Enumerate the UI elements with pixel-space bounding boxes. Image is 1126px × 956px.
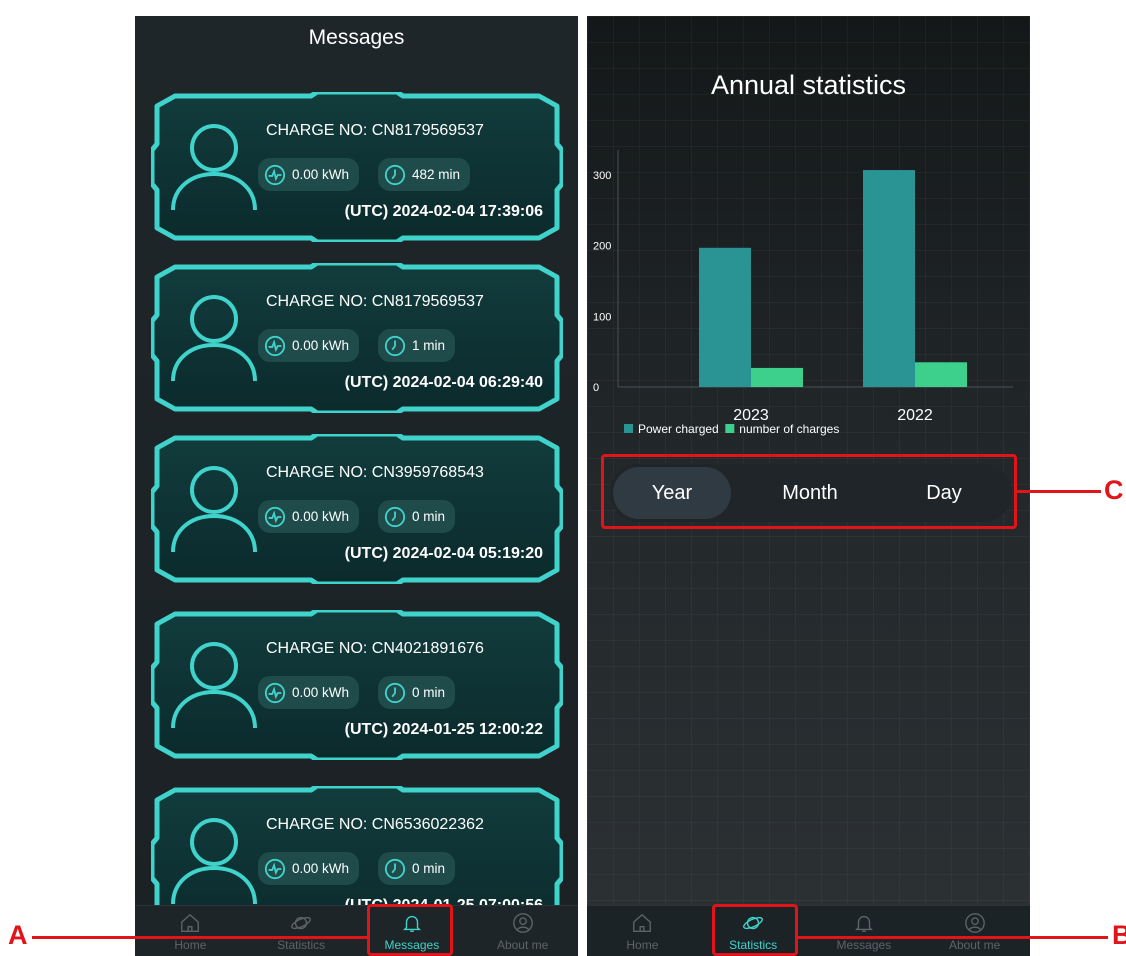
user-avatar-icon — [171, 818, 257, 905]
home-icon — [633, 913, 652, 932]
energy-badge: 0.00 kWh — [258, 158, 360, 191]
duration-value: 482 min — [412, 167, 461, 182]
charge-timestamp: (UTC) 2024-02-04 05:19:20 — [344, 545, 543, 562]
page-title: Messages — [308, 26, 405, 49]
duration-value: 1 min — [412, 338, 446, 353]
bar-number-of-charges-2023 — [751, 367, 803, 387]
messages-screen: Messages CHARGE NO: CN8179569537 0.00 kWh… — [135, 16, 578, 956]
callout-line-c — [1017, 490, 1101, 493]
energy-icon — [264, 335, 286, 356]
duration-badge: 1 min — [378, 329, 456, 362]
user-avatar-icon — [171, 642, 257, 729]
energy-value: 0.00 kWh — [292, 167, 350, 182]
charge-timestamp: (UTC) 2024-01-25 12:00:22 — [344, 721, 543, 738]
tab-home-label: Home — [626, 938, 659, 952]
tab-about-me[interactable]: About me — [919, 906, 1030, 956]
charge-number: CHARGE NO: CN8179569537 — [266, 122, 484, 139]
callout-label-c: C — [1104, 475, 1124, 505]
bell-icon — [854, 915, 873, 932]
energy-icon — [264, 858, 286, 879]
bottom-tab-bar: Home Statistics Messages About me — [587, 905, 1030, 956]
energy-badge: 0.00 kWh — [258, 500, 360, 533]
callout-label-a: A — [8, 920, 28, 950]
energy-icon — [264, 682, 286, 703]
bar-power-charged-2022 — [863, 170, 915, 387]
tab-messages[interactable]: Messages — [809, 906, 920, 956]
tab-home[interactable]: Home — [587, 906, 698, 956]
callout-label-b: B — [1112, 920, 1126, 950]
tab-messages-label: Messages — [836, 938, 892, 952]
message-card[interactable]: CHARGE NO: CN4021891676 0.00 kWh 0 min (UTC… — [151, 610, 563, 760]
energy-icon — [264, 164, 286, 185]
duration-value: 0 min — [412, 685, 446, 700]
charge-number: CHARGE NO: CN4021891676 — [266, 640, 484, 657]
highlight-box-c — [601, 454, 1017, 529]
tab-home[interactable]: Home — [135, 906, 246, 956]
user-circle-icon — [964, 913, 985, 933]
clock-icon — [384, 506, 406, 527]
message-card[interactable]: CHARGE NO: CN8179569537 0.00 kWh 1 min (UTC… — [151, 263, 563, 413]
message-card[interactable]: CHARGE NO: CN8179569537 0.00 kWh 482 min (U… — [151, 92, 563, 242]
energy-value: 0.00 kWh — [292, 338, 350, 353]
legend-label: Power charged — [638, 422, 719, 436]
user-circle-icon — [512, 913, 533, 933]
legend-label: number of charges — [739, 422, 839, 436]
callout-line-b — [798, 936, 1108, 939]
legend-swatch — [624, 424, 633, 433]
duration-badge: 0 min — [378, 676, 456, 709]
tab-statistics[interactable]: Statistics — [246, 906, 357, 956]
energy-value: 0.00 kWh — [292, 861, 350, 876]
energy-badge: 0.00 kWh — [258, 676, 360, 709]
clock-icon — [384, 335, 406, 356]
energy-value: 0.00 kWh — [292, 509, 350, 524]
highlight-box-b — [712, 904, 798, 956]
tab-about-me[interactable]: About me — [467, 906, 578, 956]
clock-icon — [384, 858, 406, 879]
home-icon — [181, 913, 200, 932]
charge-number: CHARGE NO: CN3959768543 — [266, 464, 484, 481]
y-tick-label: 300 — [593, 170, 611, 182]
charge-timestamp: (UTC) 2024-02-04 17:39:06 — [344, 203, 543, 220]
legend-swatch — [725, 424, 735, 433]
clock-icon — [384, 682, 406, 703]
bar-number-of-charges-2022 — [915, 362, 967, 387]
annual-bar-chart: 01002003002023 2022Power charged number of… — [593, 150, 1013, 436]
energy-value: 0.00 kWh — [292, 685, 350, 700]
bar-power-charged-2023 — [699, 247, 751, 387]
charge-number: CHARGE NO: CN6536022362 — [266, 816, 484, 833]
charge-number: CHARGE NO: CN8179569537 — [266, 293, 484, 310]
tab-statistics-label: Statistics — [277, 938, 326, 952]
tab-about-me-label: About me — [948, 938, 1001, 952]
energy-badge: 0.00 kWh — [258, 852, 360, 885]
clock-icon — [384, 164, 406, 185]
bottom-tab-bar: Home Statistics Messages About me — [135, 905, 578, 956]
y-tick-label: 200 — [593, 241, 611, 253]
energy-badge: 0.00 kWh — [258, 329, 360, 362]
y-tick-label: 0 — [593, 382, 599, 394]
duration-badge: 482 min — [378, 158, 471, 191]
page-title: Annual statistics — [710, 70, 907, 100]
duration-value: 0 min — [412, 861, 446, 876]
planet-icon — [291, 916, 312, 930]
user-avatar-icon — [171, 466, 257, 553]
x-tick-label: 2022 — [897, 407, 933, 424]
user-avatar-icon — [171, 124, 257, 211]
charge-timestamp: (UTC) 2024-02-04 06:29:40 — [344, 374, 543, 391]
tab-home-label: Home — [174, 938, 207, 952]
message-card[interactable]: CHARGE NO: CN3959768543 0.00 kWh 0 min (UTC… — [151, 434, 563, 584]
highlight-box-a — [367, 904, 453, 956]
duration-badge: 0 min — [378, 852, 456, 885]
user-avatar-icon — [171, 295, 257, 382]
energy-icon — [264, 506, 286, 527]
duration-value: 0 min — [412, 509, 446, 524]
callout-line-a — [32, 936, 367, 939]
y-tick-label: 100 — [593, 311, 611, 323]
tab-about-me-label: About me — [496, 938, 549, 952]
duration-badge: 0 min — [378, 500, 456, 533]
